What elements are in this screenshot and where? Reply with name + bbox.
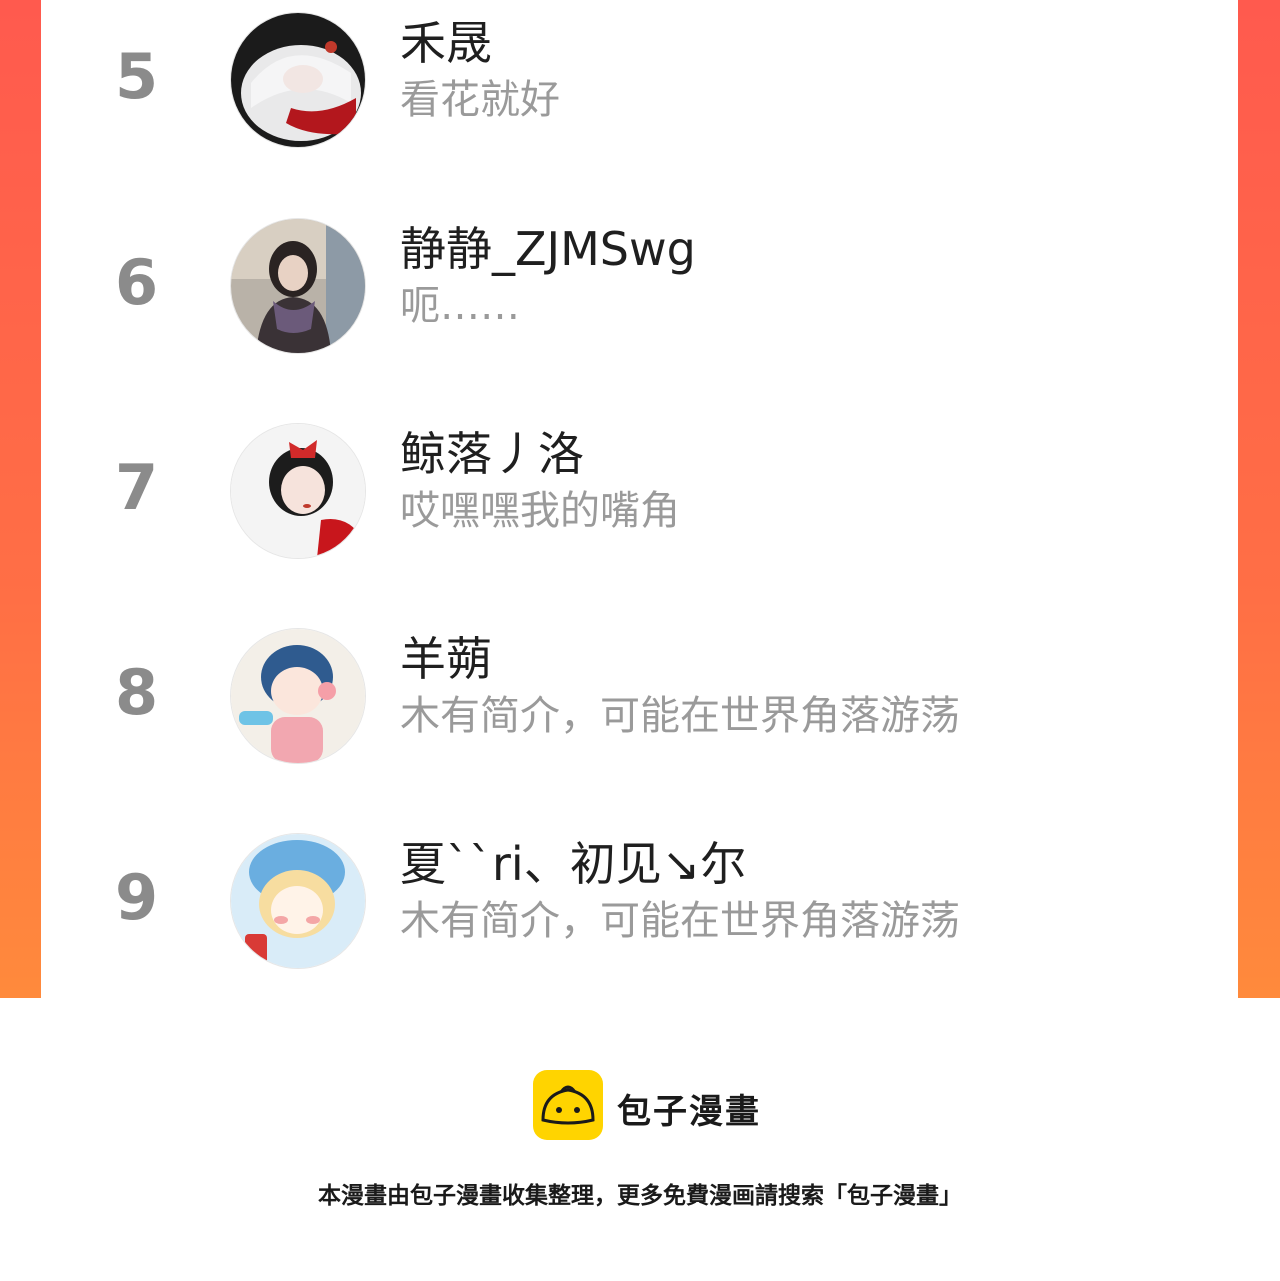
rank-number: 6 xyxy=(115,246,159,319)
footer-note: 本漫畫由包子漫畫收集整理，更多免費漫画請搜索「包子漫畫」 xyxy=(318,1183,962,1209)
user-bio: 哎嘿嘿我的嘴角 xyxy=(400,488,680,534)
rank-number: 7 xyxy=(115,451,159,524)
avatar-anime-blue-hair[interactable] xyxy=(230,628,366,764)
user-bio: 木有简介，可能在世界角落游荡 xyxy=(400,693,960,739)
rank-number: 9 xyxy=(115,861,159,934)
user-name[interactable]: 羊蒴 xyxy=(400,634,492,685)
user-name[interactable]: 静静_ZJMSwg xyxy=(400,224,696,275)
user-bio: 呃…… xyxy=(400,283,520,329)
ranking-row[interactable]: 9 夏``ri、初见↘尔 木有简介，可能在世界角落游荡 xyxy=(41,833,1238,973)
ranking-row[interactable]: 7 鲸落丿洛 哎嘿嘿我的嘴角 xyxy=(41,423,1238,563)
bun-logo-icon xyxy=(533,1070,603,1140)
ranking-row[interactable]: 5 禾晟 看花就好 xyxy=(41,12,1238,152)
avatar-girl-scarf-photo[interactable] xyxy=(230,218,366,354)
user-bio: 看花就好 xyxy=(400,77,560,123)
user-name[interactable]: 鲸落丿洛 xyxy=(400,429,584,480)
brand-name: 包子漫畫 xyxy=(617,1092,761,1132)
avatar-girl-red-bow[interactable] xyxy=(230,423,366,559)
ranking-panel-frame: 5 禾晟 看花就好 6 静静_ZJMSwg 呃…… 7 鲸落丿洛 哎嘿嘿我的嘴角… xyxy=(0,0,1280,998)
user-name[interactable]: 夏``ri、初见↘尔 xyxy=(400,839,746,890)
avatar-white-hair-portrait[interactable] xyxy=(230,12,366,148)
user-bio: 木有简介，可能在世界角落游荡 xyxy=(400,898,960,944)
ranking-row[interactable]: 6 静静_ZJMSwg 呃…… xyxy=(41,218,1238,358)
avatar-anime-blonde-girl[interactable] xyxy=(230,833,366,969)
user-name[interactable]: 禾晟 xyxy=(400,18,492,69)
ranking-list: 5 禾晟 看花就好 6 静静_ZJMSwg 呃…… 7 鲸落丿洛 哎嘿嘿我的嘴角… xyxy=(41,0,1238,998)
rank-number: 5 xyxy=(115,40,159,113)
ranking-row[interactable]: 8 羊蒴 木有简介，可能在世界角落游荡 xyxy=(41,628,1238,768)
rank-number: 8 xyxy=(115,656,159,729)
